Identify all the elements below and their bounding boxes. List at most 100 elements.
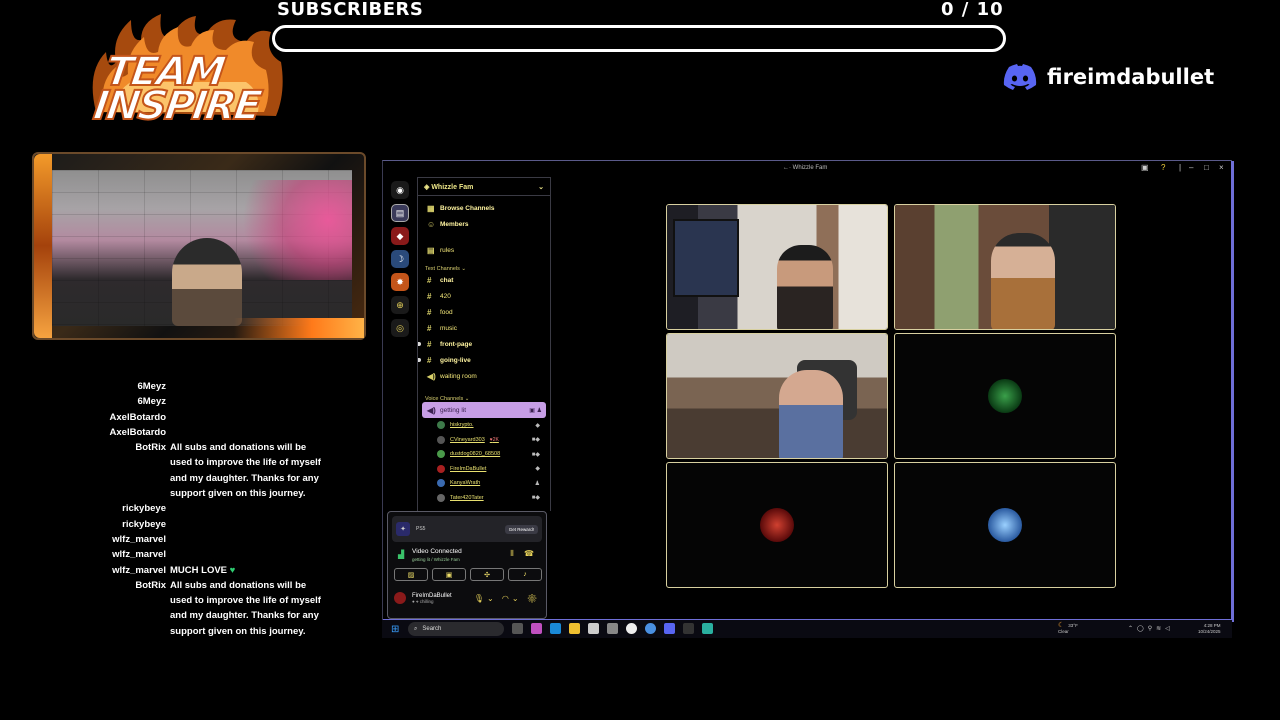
chat-message [170, 501, 330, 516]
frame-flame-left [34, 154, 52, 338]
webcam-video [52, 170, 352, 326]
direct-messages-icon[interactable]: ◉ [391, 181, 409, 199]
video-tile-3[interactable] [666, 333, 888, 459]
voice-member[interactable]: KanyaWrath ♟ [422, 476, 546, 491]
chevron-down-icon: ⌄ [538, 183, 544, 191]
browse-channels-label: Browse Channels [440, 204, 495, 212]
chat-username: BotRix [135, 579, 166, 591]
disconnect-icons[interactable]: ⦀ ☎ [510, 549, 538, 559]
channel-420[interactable]: #420 [422, 288, 546, 304]
app-icon[interactable] [607, 623, 618, 634]
taskbar-clock[interactable]: 4:28 PM 10/24/2025 [1198, 623, 1221, 635]
chat-message [170, 532, 330, 547]
window-border-right [1231, 161, 1234, 622]
camera-button[interactable]: ▨ [394, 568, 428, 581]
add-server-icon[interactable]: ⊕ [391, 296, 409, 314]
server-icon-blue[interactable]: ☽ [391, 250, 409, 268]
speaker-icon: ◀) [427, 405, 436, 415]
discord-taskbar-icon[interactable] [664, 623, 675, 634]
voice-member[interactable]: dustdog0820_68508 ■◆ [422, 447, 546, 462]
weather-widget[interactable]: ☾ 33°F Clear [1058, 622, 1078, 634]
video-tile-1[interactable] [666, 204, 888, 330]
file-explorer-icon[interactable] [569, 623, 580, 634]
voice-member[interactable]: Tater420Tater ■◆ [422, 491, 546, 506]
server-header[interactable]: ◈ Whizzle Fam ⌄ [418, 178, 550, 196]
store-icon[interactable] [588, 623, 599, 634]
server-icon-red[interactable]: ◆ [391, 227, 409, 245]
screen-share-button[interactable]: ▣ [432, 568, 466, 581]
webcam-light [232, 180, 352, 280]
window-title: ←· Whizzle Fam [783, 165, 828, 171]
hash-icon: # [427, 275, 432, 285]
maximize-button[interactable]: □ [1204, 163, 1209, 172]
server-icon-orange[interactable]: ✸ [391, 273, 409, 291]
voice-member-name: hiskrypto. [450, 422, 474, 429]
video-tile-2[interactable] [894, 204, 1116, 330]
get-reward-button[interactable]: Get Reward! [504, 524, 538, 534]
chrome-icon[interactable] [645, 623, 656, 634]
xbox-icon[interactable] [626, 623, 637, 634]
discord-logo-icon [1003, 64, 1037, 90]
channel-label: music [440, 324, 457, 332]
rules-icon: ▤ [427, 245, 435, 255]
system-tray[interactable]: ⌃◯⚲≋◁ [1128, 625, 1174, 632]
chat-message: All subs and donations will be used to i… [170, 442, 321, 500]
discover-icon[interactable]: ◎ [391, 319, 409, 337]
category-voice-channels[interactable]: Voice Channels ⌄ [422, 388, 546, 402]
app-icon[interactable] [683, 623, 694, 634]
channel-waiting-room[interactable]: ◀) waiting room [422, 368, 546, 384]
hash-icon: # [427, 323, 432, 333]
minimize-button[interactable]: – [1189, 163, 1193, 172]
chat-row: wlfz_marvel [60, 532, 350, 547]
channel-music[interactable]: # music [422, 320, 546, 336]
discord-handle-tag: fireimdabullet [1003, 64, 1214, 90]
category-text-channels[interactable]: Text Channels ⌄ [422, 258, 546, 272]
video-tile-4[interactable] [894, 333, 1116, 459]
avatar [394, 592, 406, 604]
voice-channel-getting-lit[interactable]: ◀) getting lit ▣ ♟ [422, 402, 546, 418]
chat-message: All subs and donations will be used to i… [170, 579, 321, 637]
browse-channels-link[interactable]: ▦ Browse Channels [422, 200, 546, 216]
voice-member-name: dustdog0820_68508 [450, 451, 501, 458]
edge-icon[interactable] [550, 623, 561, 634]
taskbar-search[interactable]: ⌕ Search [408, 622, 504, 636]
inbox-icon[interactable]: ▣ [1141, 163, 1149, 172]
self-status: ● ⌖ chilling [412, 598, 434, 604]
channel-label: food [440, 308, 453, 316]
app-icon[interactable] [702, 623, 713, 634]
ps-label: PS5 [416, 526, 426, 532]
self-controls[interactable]: 🎙⌄ ◠⌄ ⚙ [474, 594, 540, 603]
close-button[interactable]: × [1219, 163, 1224, 172]
channel-rules[interactable]: ▤ rules [422, 242, 546, 258]
chat-username: AxelBotardo [109, 426, 166, 438]
start-icon[interactable]: ⊞ [391, 624, 399, 635]
video-tile-5[interactable] [666, 462, 888, 588]
connection-channel[interactable]: getting lit / Whizzle Fam [412, 557, 460, 562]
soundboard-button[interactable]: ♪ [508, 568, 542, 581]
voice-member[interactable]: hiskrypto. ◆ [422, 418, 546, 433]
voice-member[interactable]: FireImDaBullet ◆ [422, 462, 546, 477]
channel-front-page[interactable]: # front-page [418, 336, 546, 352]
hash-icon: # [427, 291, 432, 301]
hash-icon: # [427, 355, 432, 365]
subscribers-label: SUBSCRIBERS [277, 0, 424, 20]
video-tile-6[interactable] [894, 462, 1116, 588]
avatar [437, 493, 445, 502]
activities-button[interactable]: ✣ [470, 568, 504, 581]
activity-card[interactable]: ✦ PS5 Get Reward! [392, 516, 542, 542]
taskbar-apps [512, 623, 713, 634]
copilot-icon[interactable] [531, 623, 542, 634]
channel-chat[interactable]: # chat [422, 272, 546, 288]
self-user[interactable]: FireImDaBullet ● ⌖ chilling [394, 592, 452, 604]
members-link[interactable]: ☺ Members [422, 216, 546, 232]
voice-member-name: CVineyard303 [450, 436, 485, 443]
channel-going-live[interactable]: # going-live [418, 352, 546, 368]
streamer-figure [172, 238, 242, 326]
voice-member[interactable]: CVineyard303 ♥2K ■◆ [422, 433, 546, 448]
avatar [437, 435, 445, 444]
browse-icon: ▦ [427, 203, 435, 213]
server-whizzle-fam[interactable]: ▤ [391, 204, 409, 222]
help-icon[interactable]: ? [1161, 163, 1165, 172]
task-view-icon[interactable] [512, 623, 523, 634]
channel-food[interactable]: # food [422, 304, 546, 320]
